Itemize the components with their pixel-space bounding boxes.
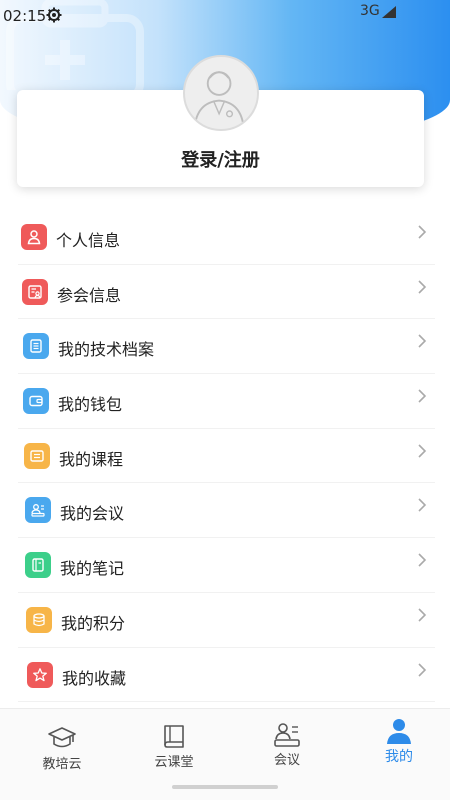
menu-item-label: 我的钱包 bbox=[58, 395, 123, 415]
chevron-right-icon bbox=[418, 498, 427, 513]
chevron-right-icon bbox=[418, 389, 427, 403]
menu-item-label: 参会信息 bbox=[57, 285, 122, 305]
menu-item-wallet[interactable]: 我的钱包 bbox=[18, 374, 435, 429]
tab-label: 会议 bbox=[273, 753, 300, 768]
star-icon bbox=[27, 661, 53, 688]
menu-item-label: 我的课程 bbox=[59, 449, 124, 469]
notes-icon bbox=[25, 552, 51, 579]
menu-item-label: 我的笔记 bbox=[60, 559, 125, 579]
chevron-right-icon bbox=[418, 608, 427, 622]
login-register-link[interactable]: 登录/注册 bbox=[17, 146, 424, 172]
chevron-right-icon bbox=[418, 334, 427, 348]
menu-item-label: 个人信息 bbox=[56, 231, 121, 250]
menu-item-tech-archive[interactable]: 我的技术档案 bbox=[18, 319, 435, 375]
status-time: 02:15 bbox=[3, 7, 47, 25]
coins-icon bbox=[26, 606, 52, 633]
menu-item-notes[interactable]: 我的笔记 bbox=[18, 538, 435, 593]
meeting-icon bbox=[25, 497, 51, 524]
chevron-right-icon bbox=[418, 444, 427, 458]
tab-training-cloud[interactable]: 教培云 bbox=[6, 709, 118, 789]
menu-item-label: 我的积分 bbox=[61, 613, 126, 633]
status-bar: 02:15 3G bbox=[0, 0, 450, 30]
tab-mine[interactable]: 我的 bbox=[343, 709, 450, 789]
menu-item-label: 我的会议 bbox=[60, 504, 125, 524]
menu-item-personal-info[interactable]: 个人信息 bbox=[18, 210, 435, 265]
tab-label: 云课堂 bbox=[154, 755, 194, 770]
tab-label: 教培云 bbox=[42, 757, 82, 772]
course-icon bbox=[24, 442, 50, 469]
tab-label: 我的 bbox=[385, 749, 413, 765]
menu-item-meetings[interactable]: 我的会议 bbox=[18, 483, 435, 539]
chevron-right-icon bbox=[418, 280, 427, 294]
chevron-right-icon bbox=[418, 662, 427, 677]
book-icon bbox=[164, 725, 184, 748]
chevron-right-icon bbox=[418, 553, 427, 567]
signal-icon bbox=[382, 6, 396, 18]
tab-cloud-classroom[interactable]: 云课堂 bbox=[118, 709, 230, 789]
wallet-icon bbox=[23, 388, 49, 415]
gear-icon bbox=[46, 7, 62, 23]
person-icon bbox=[21, 224, 47, 250]
doctor-avatar-icon[interactable] bbox=[183, 55, 259, 131]
menu-item-attendee-info[interactable]: 参会信息 bbox=[18, 265, 435, 320]
tab-meetings[interactable]: 会议 bbox=[231, 709, 343, 789]
profile-menu: 个人信息 参会信息 我的技术档案 我的钱包 我的课程 我的会议 我的笔记 我的积… bbox=[0, 210, 450, 703]
menu-item-favorites[interactable]: 我的收藏 bbox=[18, 648, 435, 703]
menu-item-label: 我的收藏 bbox=[62, 668, 127, 688]
menu-item-label: 我的技术档案 bbox=[58, 340, 155, 360]
meeting-icon bbox=[274, 723, 300, 747]
file-icon bbox=[23, 333, 49, 360]
menu-item-points[interactable]: 我的积分 bbox=[18, 593, 435, 648]
graduation-cap-icon bbox=[48, 727, 76, 748]
attendee-card-icon bbox=[22, 278, 48, 305]
user-icon bbox=[387, 719, 411, 744]
chevron-right-icon bbox=[418, 225, 427, 239]
network-type: 3G bbox=[360, 3, 380, 19]
menu-item-courses[interactable]: 我的课程 bbox=[18, 429, 435, 484]
home-indicator bbox=[172, 785, 278, 789]
